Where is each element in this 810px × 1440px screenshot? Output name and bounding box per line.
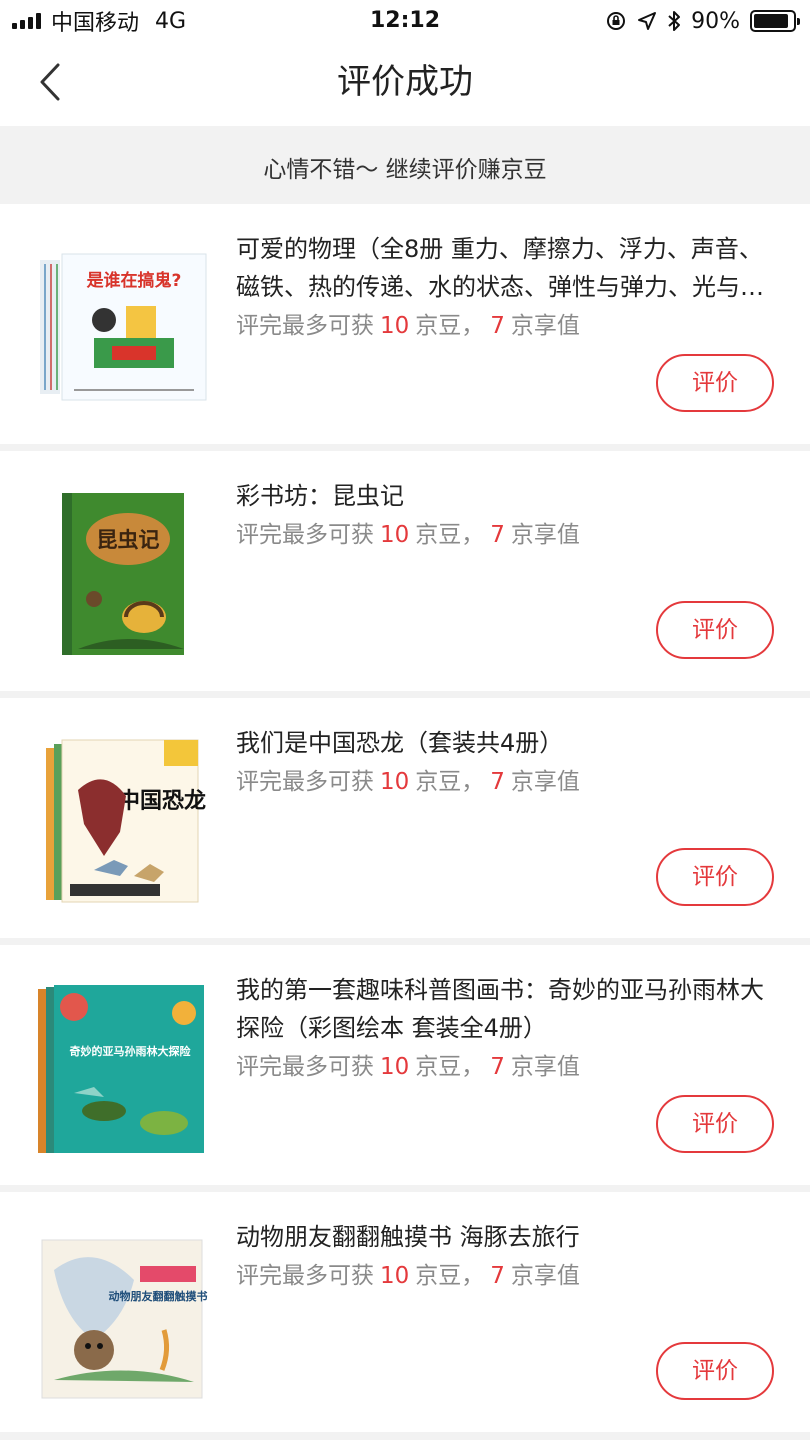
rate-button[interactable]: 评价 bbox=[656, 601, 774, 659]
bean-count: 10 bbox=[380, 522, 410, 548]
prompt-banner: 心情不错～ 继续评价赚京豆 bbox=[0, 136, 810, 204]
rotation-lock-icon bbox=[607, 12, 626, 30]
product-title[interactable]: 我们是中国恐龙（套装共4册） bbox=[236, 724, 766, 762]
bean-unit: 京豆， bbox=[415, 1054, 485, 1080]
bean-unit: 京豆， bbox=[415, 313, 485, 339]
book-cover-insects[interactable]: 昆虫记 bbox=[34, 489, 210, 665]
bean-count: 10 bbox=[380, 1054, 410, 1080]
reward-text: 评完最多可获 10 京豆， 7 京享值 bbox=[236, 1256, 580, 1290]
product-list: 是谁在搞鬼? 可爱的物理（全8册 重力、摩擦力、浮力、声音、磁铁、热的传递、水的… bbox=[0, 204, 810, 1439]
reward-prefix: 评完最多可获 bbox=[236, 769, 374, 795]
product-card: 是谁在搞鬼? 可爱的物理（全8册 重力、摩擦力、浮力、声音、磁铁、热的传递、水的… bbox=[0, 204, 810, 444]
product-card: 昆虫记 彩书坊：昆虫记 评完最多可获 10 京豆， 7 京享值 评价 bbox=[0, 451, 810, 691]
rate-button[interactable]: 评价 bbox=[656, 1095, 774, 1153]
battery-percent: 90% bbox=[691, 8, 740, 34]
cover-title-physics: 是谁在搞鬼? bbox=[87, 270, 182, 291]
nav-bar: 评价成功 bbox=[0, 42, 810, 126]
reward-text: 评完最多可获 10 京豆， 7 京享值 bbox=[236, 306, 580, 340]
product-card: 中国恐龙 我们是中国恐龙（套装共4册） 评完最多可获 10 京豆， 7 京享值 评价 bbox=[0, 698, 810, 938]
status-right: 90% bbox=[605, 6, 800, 36]
status-bar: 中国移动 4G 12:12 90% bbox=[0, 0, 810, 42]
rate-button[interactable]: 评价 bbox=[656, 848, 774, 906]
battery-icon bbox=[750, 10, 800, 32]
product-card: 奇妙的亚马孙雨林大探险 我的第一套趣味科普图画书：奇妙的亚马孙雨林大探险（彩图绘… bbox=[0, 945, 810, 1185]
book-cover-physics[interactable]: 是谁在搞鬼? bbox=[34, 242, 210, 418]
bean-unit: 京豆， bbox=[415, 1263, 485, 1289]
book-cover-dinosaurs[interactable]: 中国恐龙 bbox=[34, 736, 210, 912]
cover-title-dolphin: 动物朋友翻翻触摸书 bbox=[109, 1289, 208, 1303]
bean-unit: 京豆， bbox=[415, 769, 485, 795]
rate-button[interactable]: 评价 bbox=[656, 1342, 774, 1400]
product-title[interactable]: 动物朋友翻翻触摸书 海豚去旅行 bbox=[236, 1218, 766, 1256]
bean-count: 10 bbox=[380, 1263, 410, 1289]
value-unit: 京享值 bbox=[510, 313, 580, 339]
value-unit: 京享值 bbox=[510, 1054, 580, 1080]
location-icon bbox=[638, 12, 657, 30]
bean-count: 10 bbox=[380, 769, 410, 795]
value-count: 7 bbox=[490, 1054, 505, 1080]
value-unit: 京享值 bbox=[510, 1263, 580, 1289]
reward-prefix: 评完最多可获 bbox=[236, 313, 374, 339]
reward-text: 评完最多可获 10 京豆， 7 京享值 bbox=[236, 1047, 580, 1081]
product-title[interactable]: 我的第一套趣味科普图画书：奇妙的亚马孙雨林大探险（彩图绘本 套装全4册） bbox=[236, 971, 766, 1047]
page-title: 评价成功 bbox=[337, 62, 473, 102]
bean-count: 10 bbox=[380, 313, 410, 339]
reward-prefix: 评完最多可获 bbox=[236, 1054, 374, 1080]
book-cover-dolphin[interactable]: 动物朋友翻翻触摸书 bbox=[34, 1230, 210, 1406]
bean-unit: 京豆， bbox=[415, 522, 485, 548]
value-unit: 京享值 bbox=[510, 769, 580, 795]
value-count: 7 bbox=[490, 1263, 505, 1289]
product-title[interactable]: 彩书坊：昆虫记 bbox=[236, 477, 766, 515]
battery-fill bbox=[754, 14, 789, 28]
cover-title-dinosaurs: 中国恐龙 bbox=[118, 789, 206, 814]
value-count: 7 bbox=[490, 522, 505, 548]
rate-button[interactable]: 评价 bbox=[656, 354, 774, 412]
cover-title-insects: 昆虫记 bbox=[97, 527, 160, 552]
bluetooth-icon bbox=[668, 11, 681, 31]
value-unit: 京享值 bbox=[510, 522, 580, 548]
reward-prefix: 评完最多可获 bbox=[236, 522, 374, 548]
product-title[interactable]: 可爱的物理（全8册 重力、摩擦力、浮力、声音、磁铁、热的传递、水的状态、弹性与弹… bbox=[236, 230, 766, 306]
book-cover-rainforest[interactable]: 奇妙的亚马孙雨林大探险 bbox=[34, 983, 210, 1159]
reward-prefix: 评完最多可获 bbox=[236, 1263, 374, 1289]
value-count: 7 bbox=[490, 313, 505, 339]
reward-text: 评完最多可获 10 京豆， 7 京享值 bbox=[236, 762, 580, 796]
value-count: 7 bbox=[490, 769, 505, 795]
product-card: 动物朋友翻翻触摸书 动物朋友翻翻触摸书 海豚去旅行 评完最多可获 10 京豆， 7 京享… bbox=[0, 1192, 810, 1432]
reward-text: 评完最多可获 10 京豆， 7 京享值 bbox=[236, 515, 580, 549]
cover-title-rainforest: 奇妙的亚马孙雨林大探险 bbox=[70, 1044, 192, 1058]
